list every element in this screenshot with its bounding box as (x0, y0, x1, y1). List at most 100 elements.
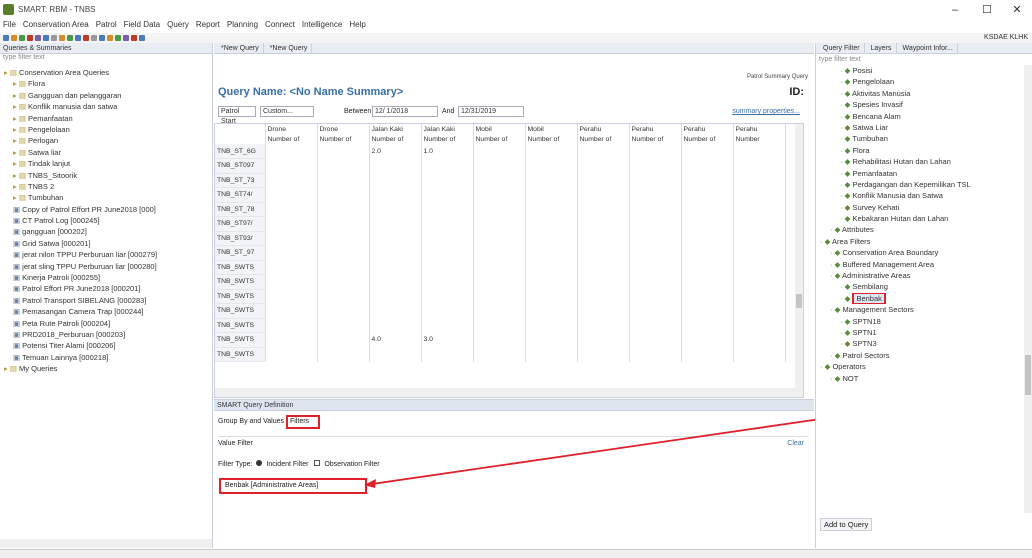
filter-tree-item[interactable]: · ◆ Management Sectors (820, 304, 1020, 315)
toolbar-tool-icon[interactable] (139, 35, 145, 41)
tree-query[interactable]: ▣ Grid Satwa [000201] (4, 238, 210, 249)
filter-tree-item[interactable]: · ◆ SPTN3 (820, 338, 1020, 349)
area-filter-chip[interactable]: Benbak [Administrative Areas] (219, 478, 367, 494)
menu-report[interactable]: Report (196, 20, 220, 29)
close-button[interactable]: ✕ (1002, 2, 1032, 18)
toolbar-tool-icon[interactable] (27, 35, 33, 41)
tree-folder[interactable]: ▸ ▤ My Queries (4, 363, 210, 374)
tree-folder[interactable]: ▸ ▤ Pemanfaatan (4, 113, 210, 124)
column-header[interactable]: Perahu (629, 124, 682, 134)
row-header[interactable]: TNB_ST_6G (215, 144, 266, 159)
tree-folder[interactable]: ▸ ▤ Gangguan dan pelanggaran (4, 90, 210, 101)
toolbar-tool-icon[interactable] (43, 35, 49, 41)
filter-tree-item[interactable]: · ◆ Pemanfaatan (820, 168, 1020, 179)
filter-tree-item[interactable]: · ◆ Bencana Alam (820, 111, 1020, 122)
filter-tree-item[interactable]: · ◆ Spesies Invasif (820, 99, 1020, 110)
row-header[interactable]: TNB_ST_78 (215, 202, 266, 217)
menu-field-data[interactable]: Field Data (124, 20, 160, 29)
grid-vscroll-thumb[interactable] (796, 294, 802, 308)
filter-tree-item[interactable]: · ◆ Rehabilitasi Hutan dan Lahan (820, 156, 1020, 167)
tree-folder[interactable]: ▸ ▤ Tumbuhan (4, 192, 210, 203)
filter-tree-item[interactable]: · ◆ Perdagangan dan Kepemilikan TSL (820, 179, 1020, 190)
group-by-tab[interactable]: Group By and Values (218, 418, 284, 425)
column-header[interactable]: Perahu (733, 124, 786, 134)
filter-tree-item[interactable]: · ◆ Attributes (820, 224, 1020, 235)
menu-connect[interactable]: Connect (265, 20, 295, 29)
row-header[interactable]: TNB_SWTS (215, 289, 266, 304)
toolbar-tool-icon[interactable] (3, 35, 9, 41)
tree-query[interactable]: ▣ Patrol Transport SIBELANG [000283] (4, 295, 210, 306)
tree-query[interactable]: ▣ Pemasangan Camera Trap [000244] (4, 306, 210, 317)
menu-planning[interactable]: Planning (227, 20, 258, 29)
filter-tree-item[interactable]: · ◆ Survey Kehati (820, 202, 1020, 213)
grid-vscroll[interactable] (795, 124, 803, 388)
tree-folder[interactable]: ▸ ▤ Perlogan (4, 135, 210, 146)
filter-tree-item[interactable]: · ◆ Patrol Sectors (820, 350, 1020, 361)
tree-query[interactable]: ▣ PRD2018_Perburuan [000203] (4, 329, 210, 340)
filter-tree-item[interactable]: · ◆ Operators (820, 361, 1020, 372)
toolbar-tool-icon[interactable] (67, 35, 73, 41)
filter-tree-item[interactable]: · ◆ SPTN18 (820, 316, 1020, 327)
filter-tree-item[interactable]: · ◆ Posisi (820, 65, 1020, 76)
column-header[interactable]: Drone (317, 124, 370, 134)
tab-waypoint-info[interactable]: Waypoint Infor... (898, 43, 958, 53)
filter-tree-item[interactable]: · ◆ SPTN1 (820, 327, 1020, 338)
row-select[interactable]: Patrol Start (218, 106, 256, 125)
column-header[interactable]: Jalan Kaki (369, 124, 422, 134)
menu-query[interactable]: Query (167, 20, 189, 29)
column-header[interactable]: Mobil (525, 124, 578, 134)
tab-new-query-2[interactable]: *New Query (266, 43, 313, 53)
filter-tree-item[interactable]: · ◆ Tumbuhan (820, 133, 1020, 144)
row-header[interactable]: TNB_SWTS (215, 260, 266, 275)
toolbar-tool-icon[interactable] (91, 35, 97, 41)
tree-folder[interactable]: ▸ ▤ Tindak lanjut (4, 158, 210, 169)
toolbar-tool-icon[interactable] (75, 35, 81, 41)
row-header[interactable]: TNB_ST93/ (215, 231, 266, 246)
row-header[interactable]: TNB_ST74/ (215, 187, 266, 203)
tree-folder[interactable]: ▸ ▤ Conservation Area Queries (4, 67, 210, 78)
tree-folder[interactable]: ▸ ▤ Satwa liar (4, 147, 210, 158)
maximize-button[interactable]: ☐ (972, 2, 1002, 18)
tree-folder[interactable]: ▸ ▤ Flora (4, 78, 210, 89)
row-header[interactable]: TNB_SWTS (215, 332, 266, 348)
tree-folder[interactable]: ▸ ▤ Pengelolaan (4, 124, 210, 135)
tree-query[interactable]: ▣ Potensi Titer Alami [000206] (4, 340, 210, 351)
row-header[interactable]: TNB_SWTS (215, 303, 266, 319)
column-header[interactable]: Drone (265, 124, 318, 134)
toolbar-tool-icon[interactable] (59, 35, 65, 41)
tab-query-filter[interactable]: Query Filter (819, 43, 865, 53)
row-header[interactable]: TNB_ST97/ (215, 216, 266, 232)
incident-radio-icon[interactable] (256, 460, 263, 466)
column-header[interactable]: Perahu (577, 124, 630, 134)
queries-tab[interactable]: Queries & Summaries (3, 45, 71, 52)
toolbar-tool-icon[interactable] (11, 35, 17, 41)
column-header[interactable]: Jalan Kaki (421, 124, 474, 134)
grid-hscroll[interactable] (215, 388, 803, 397)
add-to-query-button[interactable]: Add to Query (820, 518, 873, 531)
left-scrollbar[interactable] (0, 539, 212, 548)
filter-tree-item[interactable]: · ◆ Aktivitas Manusia (820, 88, 1020, 99)
toolbar-tool-icon[interactable] (123, 35, 129, 41)
toolbar-tool-icon[interactable] (51, 35, 57, 41)
menu-conservation-area[interactable]: Conservation Area (23, 20, 89, 29)
tab-layers[interactable]: Layers (867, 43, 897, 53)
filters-tab[interactable]: Filters (286, 415, 320, 429)
filter-tree-item[interactable]: · ◆ Flora (820, 145, 1020, 156)
toolbar-tool-icon[interactable] (115, 35, 121, 41)
tree-query[interactable]: ▣ Kinerja Patroli [000255] (4, 272, 210, 283)
toolbar-tool-icon[interactable] (83, 35, 89, 41)
filter-tree-item[interactable]: · ◆ NOT (820, 373, 1020, 384)
menu-patrol[interactable]: Patrol (96, 20, 117, 29)
tree-folder[interactable]: ▸ ▤ TNBS_Sitoorik (4, 170, 210, 181)
incident-filter-option[interactable]: Incident Filter (266, 461, 308, 468)
tree-folder[interactable]: ▸ ▤ TNBS 2 (4, 181, 210, 192)
toolbar-tool-icon[interactable] (131, 35, 137, 41)
menu-intelligence[interactable]: Intelligence (302, 20, 342, 29)
end-date-input[interactable]: 12/31/2019 (458, 106, 524, 117)
minimize-button[interactable]: – (940, 2, 970, 18)
tree-query[interactable]: ▣ Copy of Patrol Effort PR June2018 [000… (4, 204, 210, 215)
filter-tree-item[interactable]: · ◆ Kebakaran Hutan dan Lahan (820, 213, 1020, 224)
custom-select[interactable]: Custom... (260, 106, 314, 117)
row-header[interactable]: TNB_SWTS (215, 274, 266, 290)
tree-folder[interactable]: ▸ ▤ Konflik manusia dan satwa (4, 101, 210, 112)
